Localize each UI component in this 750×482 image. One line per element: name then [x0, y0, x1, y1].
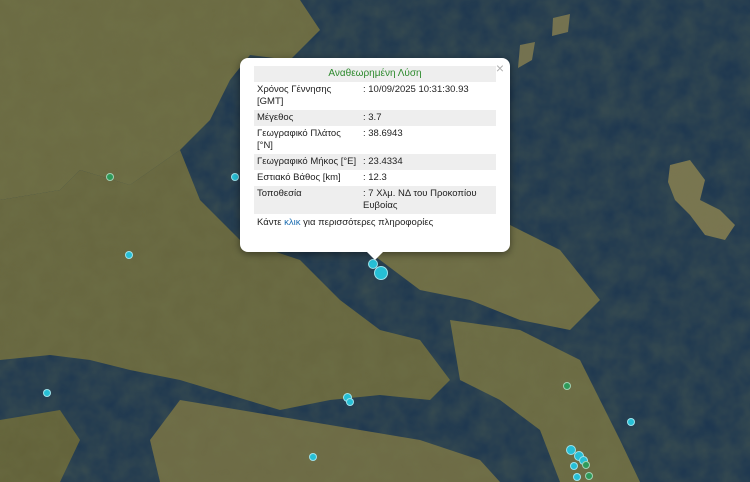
quake-marker[interactable]	[570, 462, 578, 470]
quake-marker[interactable]	[368, 259, 378, 269]
depth-label: Εστιακό Βάθος [km]	[257, 172, 341, 183]
quake-marker[interactable]	[106, 173, 114, 181]
quake-marker[interactable]	[582, 461, 590, 469]
quake-marker-main[interactable]	[374, 266, 388, 280]
longitude-label: Γεωγραφικό Μήκος [°E]	[254, 154, 360, 170]
magnitude-label: Μέγεθος	[254, 110, 360, 126]
latitude-value: : 38.6943	[363, 128, 403, 139]
table-row: Τοποθεσία : 7 Χλμ. ΝΔ του Προκοπίου Ευβο…	[254, 186, 496, 214]
quake-marker[interactable]	[309, 453, 317, 461]
earthquake-info-popup: × Αναθεωρημένη Λύση Χρόνος Γέννησης [GMT…	[240, 58, 510, 252]
quake-marker[interactable]	[125, 251, 133, 259]
table-row: Μέγεθος : 3.7	[254, 110, 496, 126]
quake-marker[interactable]	[231, 173, 239, 181]
quake-marker[interactable]	[346, 398, 354, 406]
table-row: Εστιακό Βάθος [km] : 12.3	[254, 170, 496, 186]
quake-marker[interactable]	[563, 382, 571, 390]
magnitude-value: : 3.7	[360, 110, 496, 126]
close-icon[interactable]: ×	[496, 60, 504, 76]
table-row: Χρόνος Γέννησης [GMT] : 10/09/2025 10:31…	[254, 82, 496, 110]
table-row: Γεωγραφικό Πλάτος [°N] : 38.6943	[254, 126, 496, 154]
table-row: Γεωγραφικό Μήκος [°E] : 23.4334	[254, 154, 496, 170]
earthquake-details-table: Αναθεωρημένη Λύση Χρόνος Γέννησης [GMT] …	[254, 66, 496, 214]
quake-marker[interactable]	[573, 473, 581, 481]
more-info-suffix: για περισσότερες πληροφορίες	[303, 217, 434, 228]
more-info-text: Κάντε κλικ για περισσότερες πληροφορίες	[254, 217, 496, 228]
origin-time-label: Χρόνος Γέννησης [GMT]	[257, 84, 332, 107]
popup-pointer	[365, 250, 385, 260]
longitude-value: : 23.4334	[360, 154, 496, 170]
more-info-link[interactable]: κλικ	[284, 217, 300, 228]
popup-title: Αναθεωρημένη Λύση	[254, 66, 496, 82]
quake-marker[interactable]	[627, 418, 635, 426]
more-info-prefix: Κάντε	[257, 217, 282, 228]
origin-time-value: : 10/09/2025 10:31:30.93	[363, 84, 469, 95]
depth-value: : 12.3	[363, 172, 387, 183]
quake-marker[interactable]	[585, 472, 593, 480]
location-label: Τοποθεσία	[254, 186, 360, 214]
quake-marker[interactable]	[43, 389, 51, 397]
location-value: : 7 Χλμ. ΝΔ του Προκοπίου Ευβοίας	[360, 186, 496, 214]
latitude-label: Γεωγραφικό Πλάτος [°N]	[257, 128, 341, 151]
